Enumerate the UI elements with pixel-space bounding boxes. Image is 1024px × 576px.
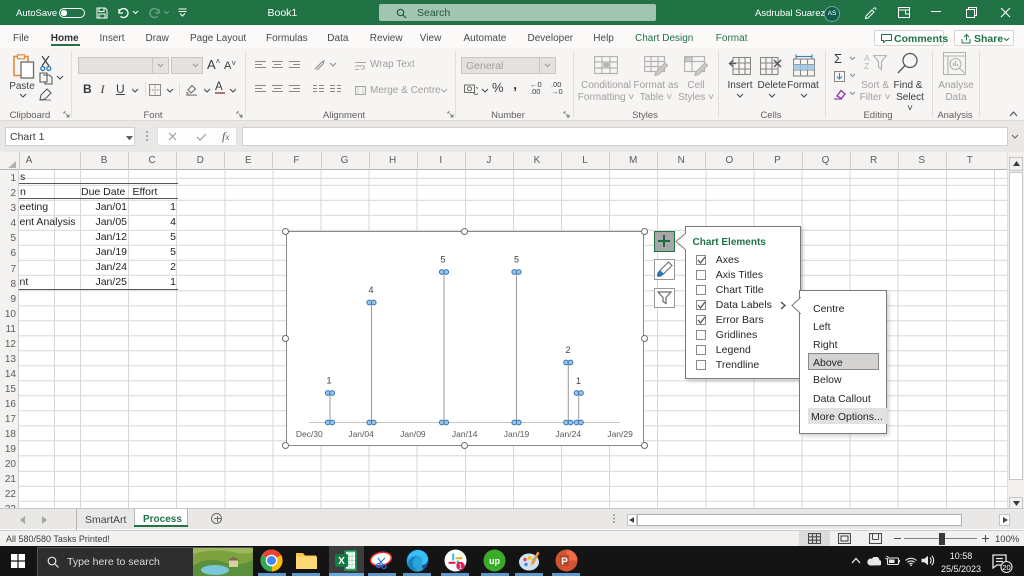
- svg-text:1: 1: [326, 376, 331, 386]
- svg-text:Jan/24: Jan/24: [555, 429, 581, 439]
- svg-text:up: up: [489, 556, 500, 566]
- svg-text:1: 1: [458, 564, 462, 571]
- svg-text:Jan/14: Jan/14: [451, 429, 477, 439]
- svg-text:P: P: [561, 557, 568, 568]
- svg-text:5: 5: [513, 255, 518, 265]
- svg-text:1: 1: [575, 376, 580, 386]
- svg-text:Jan/29: Jan/29: [607, 429, 633, 439]
- svg-text:2: 2: [565, 345, 570, 355]
- svg-text:Jan/04: Jan/04: [348, 429, 374, 439]
- svg-text:Jan/19: Jan/19: [503, 429, 529, 439]
- svg-text:4: 4: [368, 285, 373, 295]
- svg-text:Dec/30: Dec/30: [295, 429, 322, 439]
- svg-text:Jan/09: Jan/09: [400, 429, 426, 439]
- svg-text:20: 20: [1002, 563, 1010, 572]
- svg-text:5: 5: [440, 255, 445, 265]
- svg-text:X: X: [338, 556, 345, 567]
